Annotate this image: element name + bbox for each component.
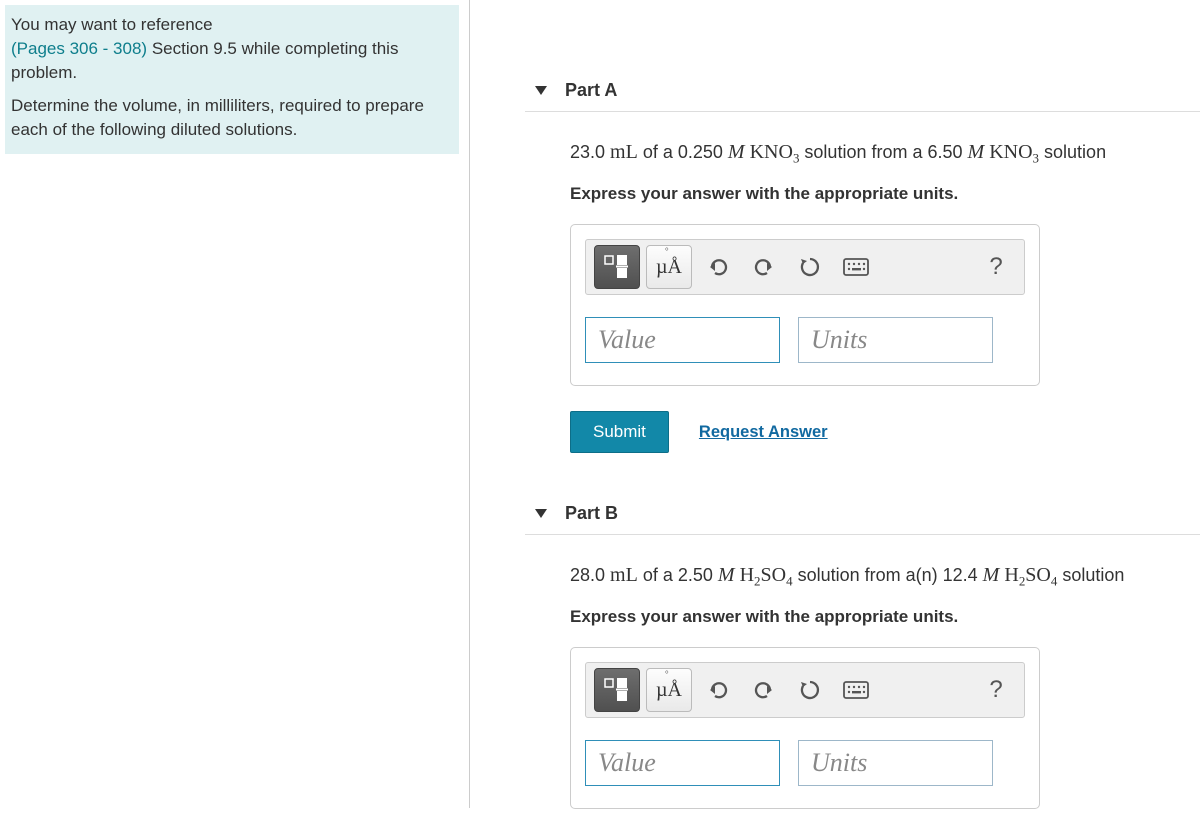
part-b: Part B 28.0 mL of a 2.50 M H2SO4 solutio… [525,493,1200,819]
special-chars-button[interactable]: ° µÅ [646,245,692,289]
part-a-header[interactable]: Part A [525,70,1200,112]
value-input[interactable]: Value [585,740,780,786]
problem-statement: Determine the volume, in milliliters, re… [11,96,424,139]
part-a-inputs: Value Units [585,317,1025,363]
undo-button[interactable] [698,247,738,287]
chevron-down-icon [535,509,547,518]
submit-button[interactable]: Submit [570,411,669,453]
hint-box: You may want to reference (Pages 306 - 3… [5,5,459,154]
part-a-title: Part A [565,80,617,101]
hint-pages-link[interactable]: (Pages 306 - 308) [11,39,147,58]
special-chars-button[interactable]: ° µÅ [646,668,692,712]
request-answer-link[interactable]: Request Answer [699,423,828,442]
right-column: Part A 23.0 mL of a 0.250 M KNO3 solutio… [470,0,1200,808]
part-b-header[interactable]: Part B [525,493,1200,535]
redo-button[interactable] [744,247,784,287]
part-b-question: 28.0 mL of a 2.50 M H2SO4 solution from … [570,560,1200,591]
template-fraction-button[interactable] [594,668,640,712]
chevron-down-icon [535,86,547,95]
left-column: You may want to reference (Pages 306 - 3… [0,0,470,808]
part-b-toolbar: ° µÅ [585,662,1025,718]
redo-button[interactable] [744,670,784,710]
reset-button[interactable] [790,247,830,287]
part-b-title: Part B [565,503,618,524]
value-input[interactable]: Value [585,317,780,363]
keyboard-button[interactable] [836,670,876,710]
part-a-instruction: Express your answer with the appropriate… [570,184,1200,204]
keyboard-button[interactable] [836,247,876,287]
part-a-answer-area: ° µÅ [570,224,1040,386]
help-button[interactable]: ? [976,670,1016,710]
help-button[interactable]: ? [976,247,1016,287]
reset-button[interactable] [790,670,830,710]
part-a-toolbar: ° µÅ [585,239,1025,295]
part-a: Part A 23.0 mL of a 0.250 M KNO3 solutio… [525,70,1200,493]
part-a-actions: Submit Request Answer [570,411,1200,453]
hint-text: You may want to reference [11,15,213,34]
part-b-body: 28.0 mL of a 2.50 M H2SO4 solution from … [525,535,1200,819]
part-b-instruction: Express your answer with the appropriate… [570,607,1200,627]
units-input[interactable]: Units [798,740,993,786]
part-b-answer-area: ° µÅ [570,647,1040,809]
part-a-body: 23.0 mL of a 0.250 M KNO3 solution from … [525,112,1200,493]
units-input[interactable]: Units [798,317,993,363]
template-fraction-button[interactable] [594,245,640,289]
part-b-inputs: Value Units [585,740,1025,786]
undo-button[interactable] [698,670,738,710]
part-a-question: 23.0 mL of a 0.250 M KNO3 solution from … [570,137,1200,168]
